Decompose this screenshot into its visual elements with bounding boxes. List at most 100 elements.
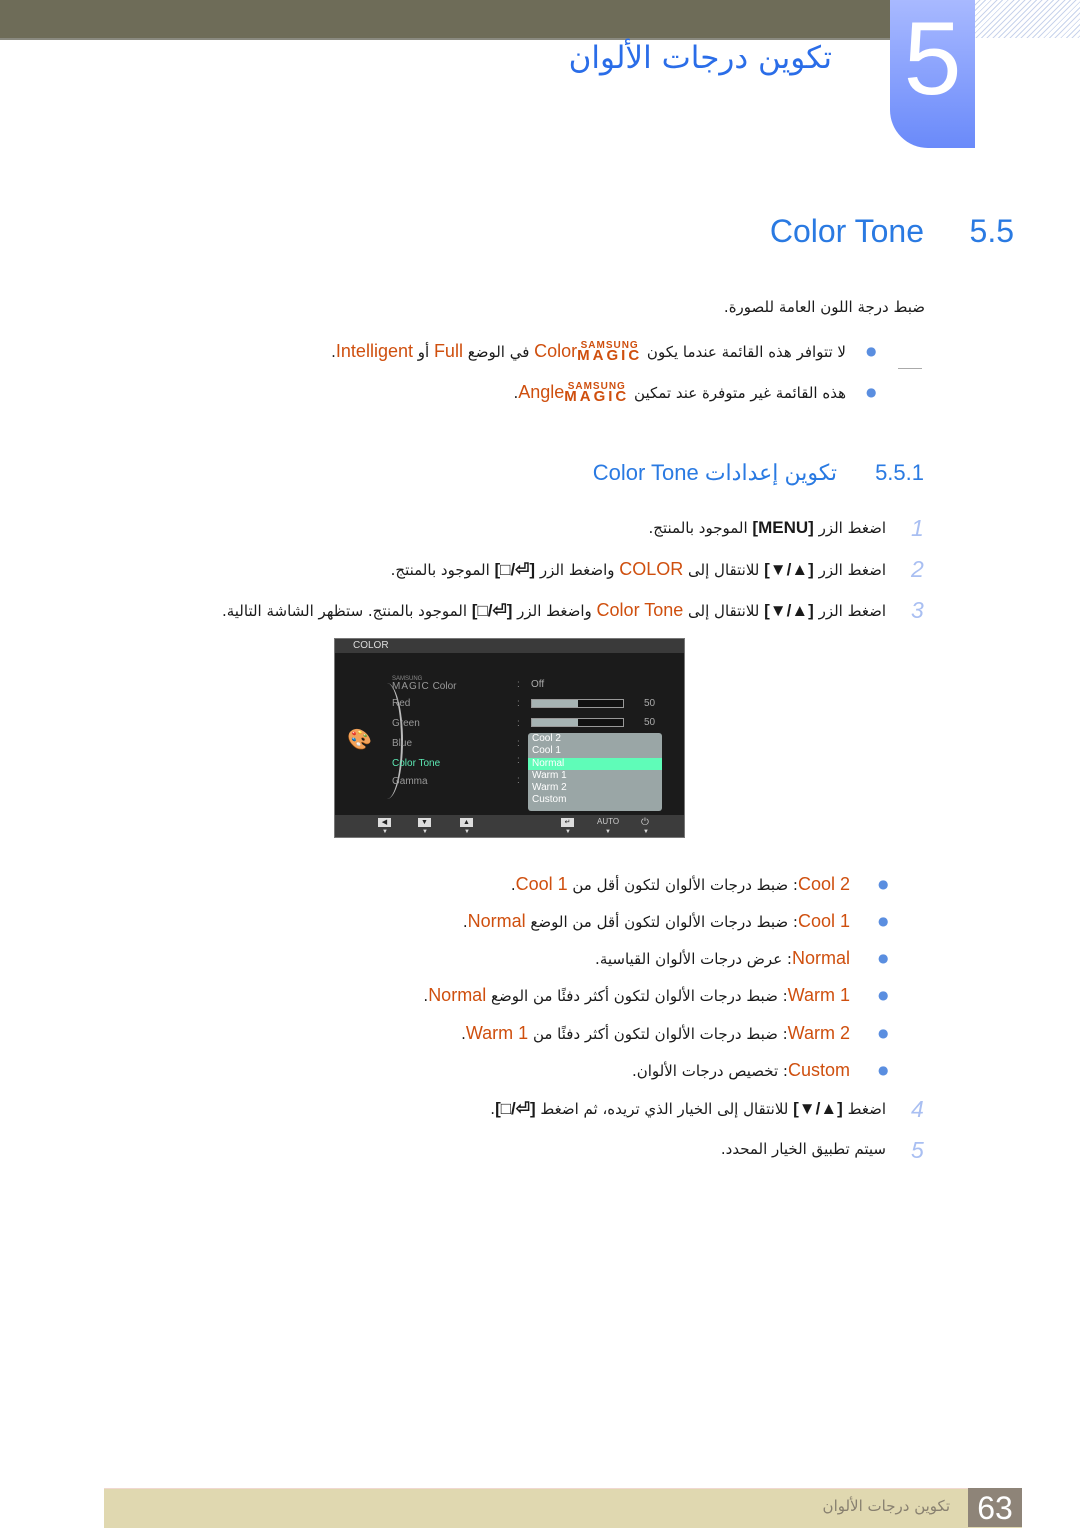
highlight-term: Intelligent	[335, 341, 413, 361]
highlight-term: Color Tone	[596, 600, 684, 620]
subsection-number: 5.5.1	[875, 460, 924, 485]
highlight-term: Warm 1	[787, 985, 850, 1005]
option-description: Cool 1: ضبط درجات الألوان لتكون أقل من ا…	[463, 911, 850, 932]
step-item: اضغط [▲/▼] للانتقال إلى الخيار الذي تريد…	[490, 1099, 886, 1119]
osd-green-value: 50	[644, 717, 656, 728]
step-number: 5	[911, 1137, 924, 1163]
page-number: 63	[968, 1488, 1022, 1527]
osd-option: Warm 2	[532, 782, 567, 794]
tri-icon: ▼	[422, 829, 428, 835]
highlight-term: COLOR	[619, 559, 684, 579]
section-number: 5.5	[969, 213, 1014, 249]
osd-item-gamma: Gamma	[392, 776, 428, 787]
auto-label: AUTO	[597, 817, 620, 826]
step-number: 2	[911, 556, 924, 582]
palette-icon: 🎨	[347, 729, 372, 751]
step-number: 4	[911, 1096, 924, 1122]
key-label: [▲/▼]	[764, 560, 814, 579]
highlight-term: Angle	[518, 382, 565, 402]
osd-option: Cool 2	[532, 733, 561, 744]
osd-item-color-tone: Color Tone	[392, 758, 441, 769]
bullet-icon: ●	[878, 1063, 889, 1077]
osd-green-fill	[532, 719, 578, 726]
option-description: Custom: تخصيص درجات الألوان.	[632, 1060, 850, 1081]
option-description: Warm 2: ضبط درجات الألوان لتكون أكثر دفئ…	[461, 1023, 850, 1044]
step-item: اضغط الزر [▲/▼] للانتقال إلى COLOR واضغط…	[391, 559, 886, 580]
osd-magic-value: Off	[531, 679, 545, 690]
text-segment: : عرض درجات الألوان القياسية.	[595, 950, 792, 968]
section-title: Color Tone	[769, 213, 924, 249]
osd-colon: :	[517, 755, 520, 766]
bullet-icon: ●	[878, 914, 889, 928]
osd-item-red: Red	[392, 698, 411, 709]
text-segment: للانتقال إلى	[683, 561, 765, 579]
key-label: [⏎/□]	[494, 560, 536, 579]
bullet-icon: ●	[878, 951, 889, 965]
text-segment: : تخصيص درجات الألوان.	[631, 1062, 788, 1080]
tri-icon: ▼	[643, 829, 649, 835]
tri-icon: ▼	[464, 829, 470, 835]
osd-red-value: 50	[644, 698, 656, 709]
osd-colon: :	[517, 775, 520, 786]
osd-green-bar	[531, 718, 624, 727]
step-item: سيتم تطبيق الخيار المحدد.	[721, 1140, 886, 1158]
osd-colon: :	[517, 679, 520, 690]
bullet-icon: ●	[878, 1026, 889, 1040]
osd-item-green: Green	[392, 718, 420, 729]
magic-big: MAGIC	[392, 681, 430, 692]
text-segment: الموجود بالمنتج.	[390, 561, 495, 579]
text-segment: هذه القائمة غير متوفرة عند تمكين	[629, 384, 846, 402]
osd-red-fill	[532, 700, 578, 707]
text-segment: سيتم تطبيق الخيار المحدد.	[720, 1140, 886, 1158]
highlight-term: Cool 2	[797, 874, 850, 894]
osd-title: COLOR	[335, 639, 684, 653]
samsung-magic-logo: SAMSUNG MAGIC	[577, 340, 643, 364]
highlight-term: Full	[433, 341, 463, 361]
chapter-title: تكوين درجات الألوان	[568, 40, 832, 76]
option-description: Cool 2: ضبط درجات الألوان لتكون أقل من C…	[511, 874, 850, 895]
highlight-term: Normal	[791, 948, 850, 968]
key-label: [⏎/□]	[471, 601, 513, 620]
intro-text: ضبط درجة اللون العامة للصورة.	[723, 298, 925, 316]
step-item: اضغط الزر [MENU] الموجود بالمنتج.	[649, 518, 886, 538]
osd-option: Custom	[532, 794, 567, 806]
osd-colon: :	[517, 738, 520, 749]
enter-icon: ↵	[561, 818, 574, 827]
osd-screenshot: COLOR 🎨 SAMSUNG MAGIC Color : Off Red : …	[334, 638, 685, 838]
osd-option: Warm 1	[532, 769, 567, 781]
highlight-term: Warm 2	[787, 1023, 850, 1043]
step-number: 3	[911, 597, 924, 623]
osd-colon: :	[517, 718, 520, 729]
chapter-number: 5	[890, 0, 975, 148]
footer-title: تكوين درجات الألوان	[822, 1497, 950, 1515]
osd-option: Cool 1	[532, 745, 561, 757]
text-segment: اضغط الزر	[813, 602, 886, 620]
step-item: اضغط الزر [▲/▼] للانتقال إلى Color Tone …	[222, 600, 886, 621]
bullet-icon: ●	[878, 988, 889, 1002]
text-segment: واضغط الزر	[512, 602, 597, 620]
subsection-title: تكوين إعدادات Color Tone	[592, 460, 837, 485]
osd-button-bar: ◀ ▼ ▲ ↵ AUTO ⏻ ▼ ▼ ▼ ▼ ▼ ▼	[335, 815, 684, 837]
header-hatch	[975, 0, 1080, 38]
text-segment: للانتقال إلى	[683, 602, 765, 620]
text-segment: الموجود بالمنتج.	[648, 519, 753, 537]
highlight-term: Warm 1	[465, 1023, 529, 1043]
down-arrow-icon: ▼	[418, 818, 431, 827]
highlight-term: Custom	[787, 1060, 850, 1080]
text-segment: الموجود بالمنتج. ستظهر الشاشة التالية.	[221, 602, 472, 620]
highlight-term: Cool 1	[797, 911, 850, 931]
power-icon: ⏻	[641, 817, 649, 828]
tri-icon: ▼	[565, 829, 571, 835]
up-arrow-icon: ▲	[460, 818, 473, 827]
text-segment: واضغط الزر	[535, 561, 620, 579]
osd-item-blue: Blue	[392, 738, 413, 749]
key-label: [▲/▼]	[793, 1099, 843, 1118]
option-description: Normal: عرض درجات الألوان القياسية.	[595, 948, 850, 969]
magic-label: Color	[432, 681, 457, 692]
text-segment: اضغط الزر	[813, 519, 886, 537]
text-segment: اضغط الزر	[813, 561, 886, 579]
text-segment: : ضبط درجات الألوان لتكون أكثر دفئًا من	[528, 1025, 788, 1043]
left-arrow-icon: ◀	[378, 818, 391, 827]
highlight-term: Color	[534, 341, 578, 361]
osd-colon: :	[517, 698, 520, 709]
